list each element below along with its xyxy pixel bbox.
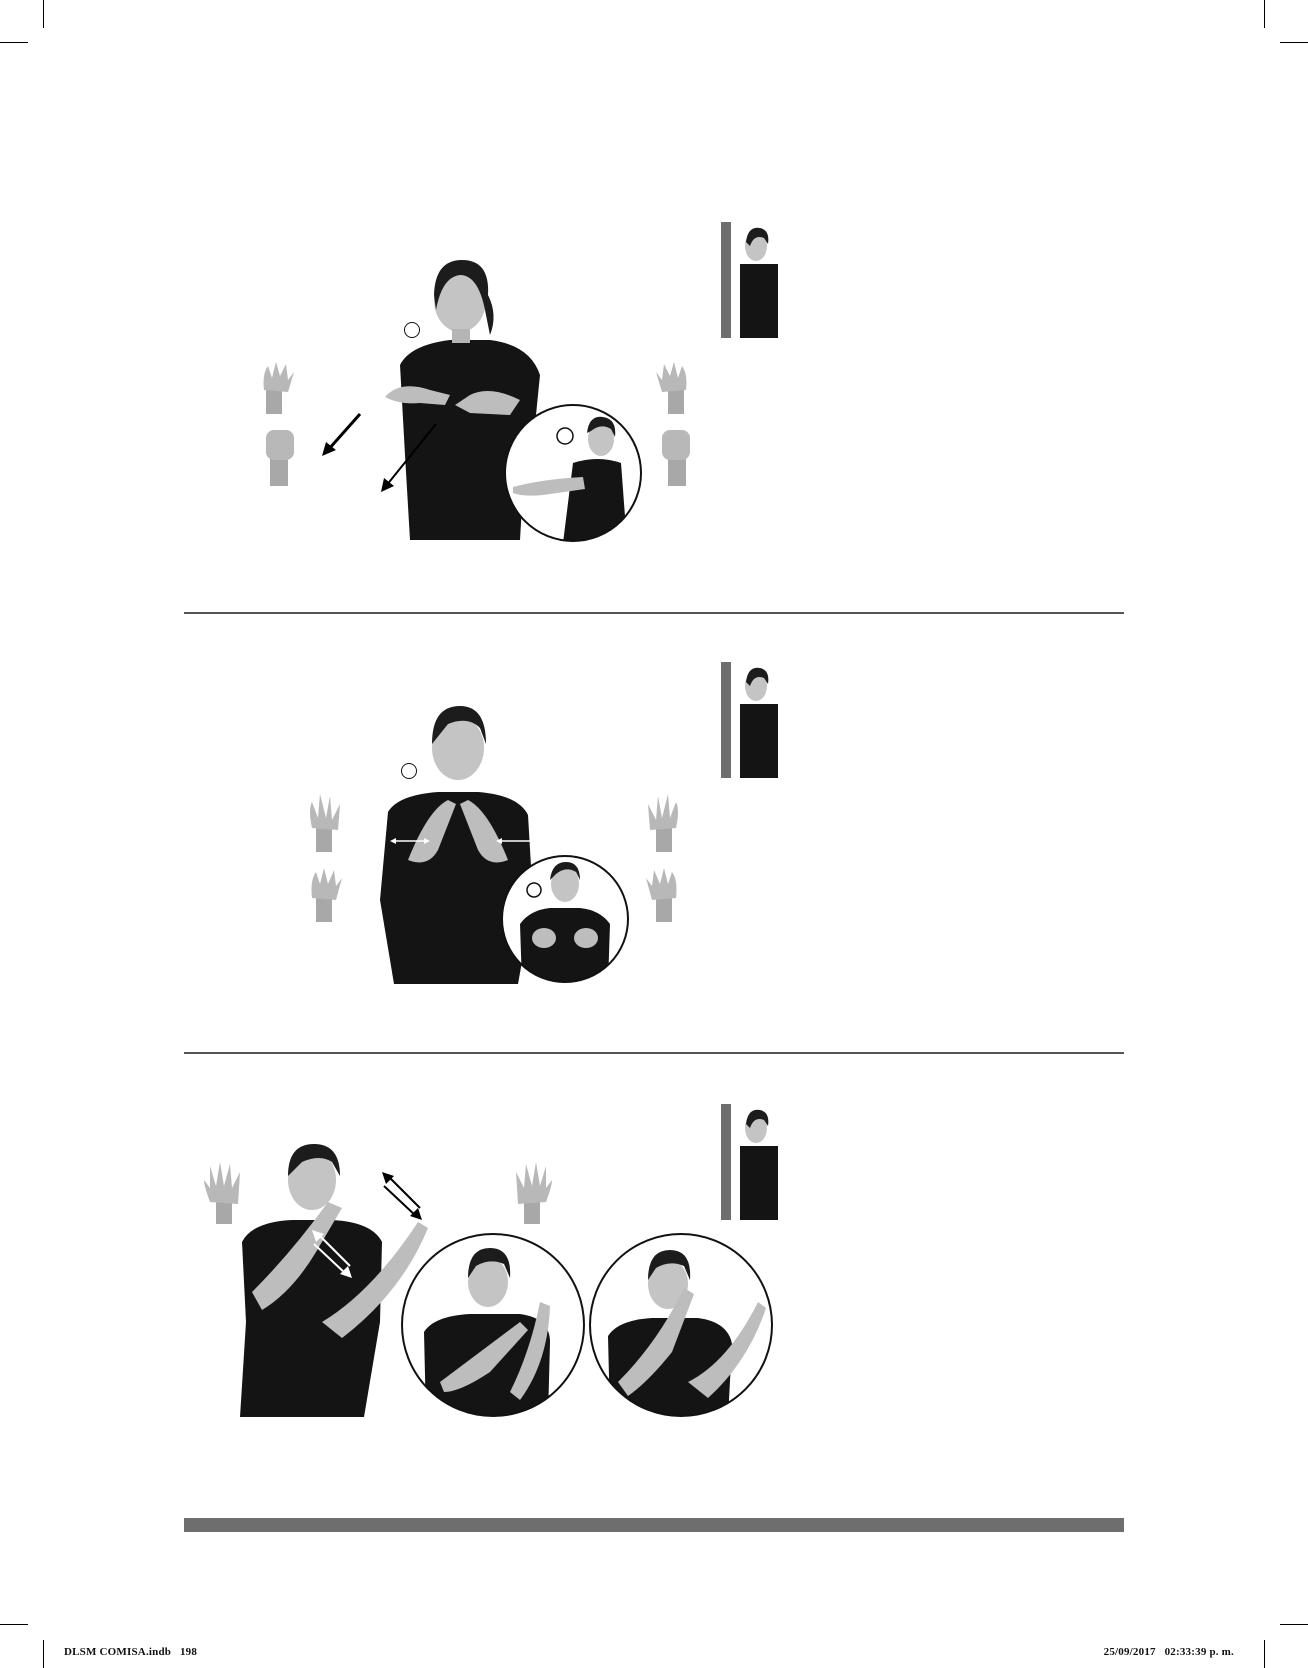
slug-line: DLSM COMISA.indb 198 bbox=[64, 1646, 197, 1658]
double-arrow-icon bbox=[390, 838, 430, 844]
detail-inset-circle bbox=[504, 404, 642, 542]
spread-hand-icon bbox=[648, 794, 678, 852]
back-and-forth-arrow-icon bbox=[382, 1172, 422, 1220]
claw-hand-icon bbox=[311, 868, 342, 922]
back-and-forth-arrow-icon bbox=[312, 1230, 352, 1278]
claw-hand-icon bbox=[646, 868, 677, 922]
slug-page-number: 198 bbox=[179, 1646, 198, 1658]
profile-figure-icon bbox=[721, 222, 778, 338]
section-divider-2 bbox=[184, 1052, 1124, 1054]
crop-mark-bottom-left-h bbox=[0, 1624, 28, 1625]
profile-figure-icon bbox=[721, 1104, 778, 1220]
page-bottom-bar bbox=[184, 1518, 1124, 1532]
crop-mark-bottom-right-v bbox=[1264, 1640, 1265, 1668]
detail-inset-circle bbox=[401, 1233, 585, 1417]
arrow-forward-icon bbox=[322, 413, 362, 456]
claw-hand-icon bbox=[656, 362, 687, 414]
detail-inset-circle bbox=[589, 1233, 773, 1417]
spread-hand-icon bbox=[310, 794, 340, 852]
section-divider-1 bbox=[184, 612, 1124, 614]
fist-hand-icon bbox=[662, 430, 690, 486]
open-palm-icon bbox=[516, 1162, 552, 1224]
crop-mark-bottom-right-h bbox=[1280, 1624, 1308, 1625]
fist-hand-icon bbox=[266, 430, 294, 486]
crop-mark-top-right-h bbox=[1280, 42, 1308, 43]
slug-file-label: DLSM COMISA.indb bbox=[64, 1646, 172, 1658]
double-arrow-icon bbox=[496, 838, 536, 844]
claw-hand-icon bbox=[263, 362, 294, 414]
crop-mark-top-left-h bbox=[0, 42, 28, 43]
slug-timestamp: 25/09/2017 02:33:39 p. m. bbox=[1103, 1646, 1234, 1658]
profile-figure-icon bbox=[721, 662, 778, 778]
location-circle-marker bbox=[404, 322, 420, 338]
location-circle-marker bbox=[401, 763, 417, 779]
crop-mark-bottom-left-v bbox=[43, 1640, 44, 1668]
crop-mark-top-right-v bbox=[1264, 0, 1265, 28]
open-palm-icon bbox=[204, 1162, 240, 1224]
crop-mark-top-left-v bbox=[43, 0, 44, 28]
detail-inset-circle bbox=[501, 855, 629, 983]
arrow-forward-icon bbox=[381, 423, 437, 492]
